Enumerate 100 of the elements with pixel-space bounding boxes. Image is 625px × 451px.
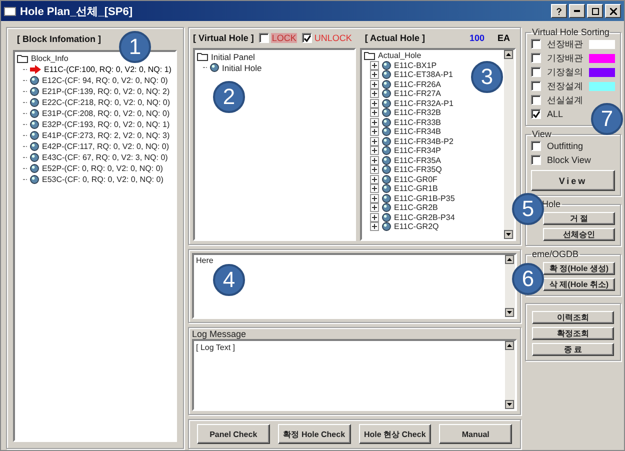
tree-item[interactable]: E11C-(CF:100, RQ: 0, V2: 0, NQ: 1) [44, 65, 172, 74]
panel-title: View [531, 129, 552, 139]
tree-item[interactable]: E42P-(CF:117, RQ: 0, V2: 0, NQ: 0) [42, 142, 170, 151]
globe-icon [382, 222, 391, 232]
action-button[interactable]: 이력조회 [532, 311, 614, 324]
tree-item[interactable]: E21P-(CF:139, RQ: 0, V2: 0, NQ: 2) [42, 87, 170, 96]
globe-icon [382, 70, 391, 80]
globe-icon [382, 80, 391, 89]
tree-item[interactable]: E53C-(CF: 0, RQ: 0, V2: 0, NQ: 0) [42, 175, 164, 184]
checkbox[interactable] [531, 109, 541, 119]
help-icon [556, 8, 562, 14]
tree-item[interactable]: E43C-(CF: 67, RQ: 0, V2: 3, NQ: 0) [42, 153, 168, 162]
checkbox[interactable] [258, 33, 269, 43]
checkbox[interactable] [531, 141, 541, 151]
checkbox[interactable] [531, 155, 541, 165]
minimize-icon [574, 10, 580, 12]
globe-icon [382, 156, 391, 165]
tree-item[interactable]: E11C-FR34P [394, 146, 441, 156]
panel-title: Log Message [192, 329, 248, 339]
folder-icon [364, 51, 375, 60]
panel-title: [ Virtual Hole ] [193, 33, 254, 43]
tree-item[interactable]: E41P-(CF:273, RQ: 2, V2: 0, NQ: 3) [42, 131, 170, 140]
checkbox[interactable] [531, 53, 541, 63]
tree-item[interactable]: E32P-(CF:193, RQ: 0, V2: 0, NQ: 1) [42, 120, 170, 129]
memo-text: Here [196, 256, 214, 265]
tree-item[interactable]: Actual_Hole [378, 51, 422, 60]
view-button[interactable]: View [531, 170, 615, 191]
close-button[interactable] [605, 4, 621, 18]
tree-item[interactable]: E11C-FR34B [394, 127, 441, 136]
tree-item[interactable]: E31P-(CF:208, RQ: 0, V2: 0, NQ: 0) [42, 109, 170, 118]
help-button[interactable] [551, 4, 567, 18]
tree-item[interactable]: E22C-(CF:218, RQ: 0, V2: 0, NQ: 0) [42, 98, 170, 107]
globe-icon [210, 63, 219, 72]
scrollbar[interactable] [505, 341, 515, 409]
tree-item[interactable]: E52P-(CF: 0, RQ: 0, V2: 0, NQ: 0) [42, 164, 163, 173]
checkbox[interactable] [302, 33, 312, 43]
tree-item[interactable]: Block_Info [31, 54, 68, 63]
panel-title: [ Actual Hole ] [364, 33, 426, 43]
action-button[interactable]: 삭 제(Hole 취소) [543, 278, 615, 291]
tree-item[interactable]: E11C-FR32B [394, 108, 441, 118]
tree-item[interactable]: E11C-GR2B [394, 203, 438, 212]
globe-icon [382, 118, 391, 127]
number-badge: 1 [119, 31, 151, 63]
checkbox[interactable] [531, 81, 541, 91]
folder-icon [17, 54, 28, 63]
scrollbar[interactable] [505, 255, 515, 317]
globe-icon [382, 212, 391, 222]
tree-item[interactable]: Initial Panel [211, 52, 255, 62]
globe-icon [382, 184, 391, 194]
tree-item[interactable]: E12C-(CF: 94, RQ: 0, V2: 0, NQ: 0) [42, 76, 168, 85]
scroll-down-icon [504, 230, 513, 239]
tree-item[interactable]: Initial Hole [222, 62, 262, 72]
close-icon [610, 8, 616, 14]
action-button[interactable]: 선체승인 [543, 228, 615, 241]
tree-item[interactable]: E11C-ET38A-P1 [394, 70, 453, 80]
toolbar-button[interactable]: Panel Check [197, 424, 270, 444]
checkbox[interactable] [531, 39, 541, 49]
maximize-icon [592, 8, 598, 14]
checkbox-label: 기장철의 [547, 66, 583, 78]
tree-item[interactable]: E11C-FR33B [394, 118, 441, 127]
minimize-button[interactable] [569, 4, 585, 18]
panel-title: [ Block Infomation ] [17, 34, 102, 44]
tree-item[interactable]: E11C-FR27A [394, 89, 441, 98]
tree-item[interactable]: E11C-FR32A-P1 [394, 98, 454, 108]
check-icon [532, 110, 540, 118]
tree-item[interactable]: E11C-GR2Q [394, 222, 439, 232]
tree-item[interactable]: E11C-GR0F [394, 174, 438, 184]
window-icon [4, 6, 16, 16]
scrollbar[interactable] [504, 50, 514, 239]
tree-item[interactable]: E11C-FR26A [394, 80, 441, 89]
tree-item[interactable]: E11C-GR1B-P35 [394, 194, 455, 203]
toolbar-button[interactable]: Manual [439, 424, 512, 444]
tree-item[interactable]: E11C-GR2B-P34 [394, 212, 455, 222]
globe-icon [382, 174, 391, 184]
number-badge: 5 [512, 193, 544, 225]
scroll-down-icon [505, 308, 514, 317]
tree-item[interactable]: E11C-FR35Q [394, 165, 442, 174]
panel-title: eme/OGDB [531, 249, 580, 259]
tree-item[interactable]: E11C-FR35A [394, 156, 441, 165]
tree-item[interactable]: E11C-BX1P [394, 60, 437, 70]
window-title: Hole Plan_선체_[SP6] [20, 4, 134, 18]
tree-item[interactable]: E11C-GR1B [394, 184, 438, 194]
checkbox-label: UNLOCK [314, 33, 352, 43]
checkbox[interactable] [531, 95, 541, 105]
log-field[interactable]: [ Log Text ] [192, 339, 517, 411]
scroll-up-icon [504, 50, 513, 59]
toolbar-button[interactable]: 확정 Hole Check [278, 424, 350, 444]
checkbox-label: ALL [547, 109, 564, 119]
checkbox-label: Outfitting [547, 141, 584, 151]
checkbox-label: 선장배관 [547, 38, 583, 50]
action-button[interactable]: 확정조회 [532, 327, 614, 340]
action-button[interactable]: 확 정(Hole 생성) [543, 262, 615, 275]
tree-item[interactable]: E11C-FR34B-P2 [394, 136, 454, 146]
action-button[interactable]: 거 절 [543, 212, 615, 225]
count-unit: EA [497, 33, 510, 43]
toolbar-button[interactable]: Hole 현상 Check [358, 424, 432, 444]
maximize-button[interactable] [587, 4, 603, 18]
hole-count: 100 [469, 33, 484, 43]
action-button[interactable]: 종 료 [532, 343, 614, 356]
checkbox[interactable] [531, 67, 541, 77]
